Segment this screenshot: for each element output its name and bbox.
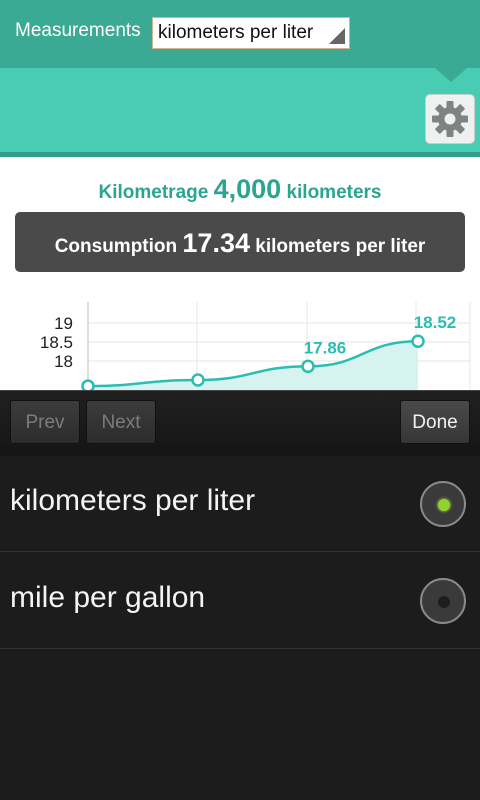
kilometrage-unit: kilometers <box>286 182 382 203</box>
dropdown-arrow-icon <box>329 28 345 44</box>
radio-button[interactable] <box>420 578 466 624</box>
measurements-label: Measurements <box>15 20 141 41</box>
consumption-chart: 19 18.5 18 17.86 18.52 <box>0 290 480 394</box>
settings-button[interactable] <box>425 94 475 144</box>
data-label: 17.86 <box>304 338 347 357</box>
option-mile-per-gallon[interactable]: mile per gallon <box>0 553 480 649</box>
measurement-unit-select[interactable]: kilometers per liter <box>152 17 350 49</box>
kilometrage-value: 4,000 <box>213 174 282 204</box>
next-button[interactable]: Next <box>86 400 156 444</box>
notch-pointer <box>435 68 467 82</box>
series-area <box>88 341 418 394</box>
consumption-unit: kilometers per liter <box>255 236 426 257</box>
select-value: kilometers per liter <box>158 22 314 43</box>
option-label: mile per gallon <box>10 581 206 614</box>
gear-icon <box>432 101 468 137</box>
data-label: 18.52 <box>414 313 457 332</box>
chart-svg: 1918.518 17.86 18.52 <box>40 302 471 394</box>
consumption-value: 17.34 <box>182 228 250 258</box>
y-tick-label: 19 <box>54 314 73 333</box>
y-tick-label: 18 <box>54 352 73 371</box>
radio-dot-icon <box>438 596 450 608</box>
consumption-label: Consumption <box>54 236 178 257</box>
y-tick-label: 18.5 <box>40 333 73 352</box>
data-point <box>191 373 205 387</box>
kilometrage-line: Kilometrage 4,000 kilometers <box>0 174 480 205</box>
kilometrage-label: Kilometrage <box>98 182 209 203</box>
option-kilometers-per-liter[interactable]: kilometers per liter <box>0 456 480 552</box>
data-point <box>411 334 425 348</box>
header-band <box>0 68 480 152</box>
data-point <box>301 359 315 374</box>
picker-toolbar: Prev Next Done <box>0 390 480 456</box>
unit-picker: Prev Next Done kilometers per liter mile… <box>0 390 480 800</box>
prev-button[interactable]: Prev <box>10 400 80 444</box>
band-divider <box>0 152 480 157</box>
option-label: kilometers per liter <box>10 484 256 517</box>
done-button[interactable]: Done <box>400 400 470 444</box>
radio-button[interactable] <box>420 481 466 527</box>
top-bar: Measurements kilometers per liter <box>0 0 480 68</box>
radio-dot-icon <box>438 499 450 511</box>
consumption-box: Consumption 17.34 kilometers per liter <box>15 212 465 272</box>
